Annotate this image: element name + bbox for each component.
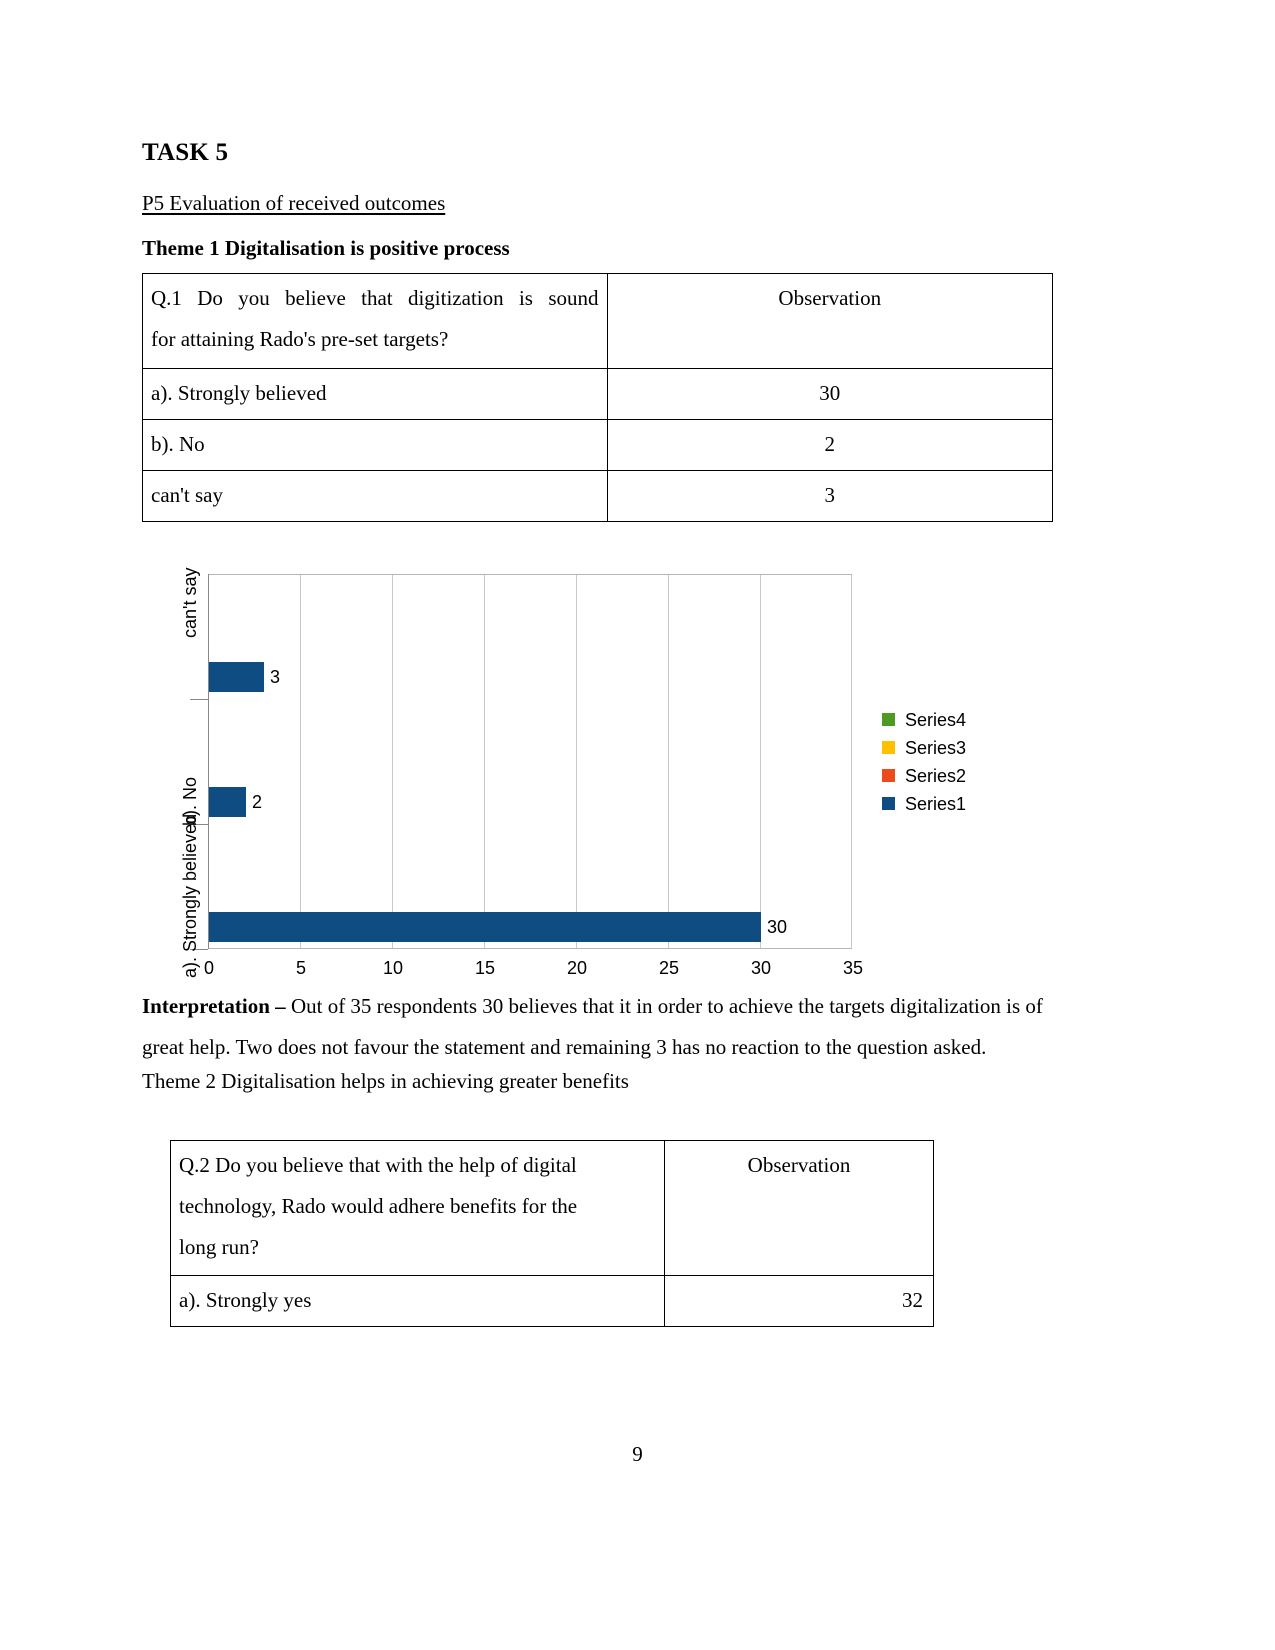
theme-2-heading: Theme 2 Digitalisation helps in achievin… (142, 1069, 629, 1094)
gridline (300, 574, 301, 948)
observation-header-2: Observation (664, 1139, 934, 1276)
question-2-line-2: technology, Rado would adhere benefits f… (179, 1193, 578, 1218)
question-1-cell: Q.1 Do you believe that digitization is … (142, 272, 608, 369)
gridline (576, 574, 577, 948)
legend-item-series2: Series2 (882, 762, 1057, 790)
category-label-a-strongly-believed: a). Strongly believed (180, 813, 200, 978)
chart-plot-area (208, 573, 852, 949)
option-label: b). No (142, 418, 608, 471)
gridline (392, 574, 393, 948)
legend-swatch-icon (882, 769, 895, 783)
legend-label: Series4 (905, 709, 967, 730)
option-value: 30 (606, 367, 1053, 420)
document-page: TASK 5 P5 Evaluation of received outcome… (0, 0, 1275, 1650)
option-label: can't say (142, 469, 608, 522)
gridline (668, 574, 669, 948)
legend-swatch-icon (882, 741, 895, 755)
question-1-table: Q.1 Do you believe that digitization is … (142, 272, 1053, 522)
question-1-line-1: Q.1 Do you believe that digitization is … (151, 285, 599, 310)
chart-y-axis (208, 573, 209, 949)
x-tick-label: 30 (750, 957, 772, 978)
option-label: a). Strongly yes (170, 1274, 665, 1327)
page-content: TASK 5 P5 Evaluation of received outcome… (142, 138, 1072, 1327)
x-tick-label: 15 (474, 957, 496, 978)
bar-a-strongly-believed (209, 911, 761, 942)
table-row: Q.1 Do you believe that digitization is … (142, 272, 1053, 369)
p5-subtitle-wrap: P5 Evaluation of received outcomes (142, 190, 1072, 235)
x-tick-label: 10 (382, 957, 404, 978)
legend-item-series4: Series4 (882, 706, 1057, 734)
legend-item-series3: Series3 (882, 734, 1057, 762)
bar-chart: 3 2 30 can't say b). No a). Strongly bel… (142, 566, 1072, 986)
bar-value-label: 30 (767, 916, 788, 937)
x-tick-label: 0 (203, 957, 214, 978)
bar-value-label: 2 (252, 791, 263, 812)
legend-swatch-icon (882, 797, 895, 811)
option-value: 3 (606, 469, 1053, 522)
interpretation-paragraph: Interpretation – Out of 35 respondents 3… (142, 986, 1072, 1068)
table-row: a). Strongly believed 30 (142, 367, 1053, 420)
observation-header-1: Observation (606, 272, 1053, 369)
interpretation-label: Interpretation – (142, 993, 291, 1018)
legend-label: Series2 (905, 765, 967, 786)
question-2-table-wrap: Q.2 Do you believe that with the help of… (142, 1139, 1072, 1327)
option-value: 2 (606, 418, 1053, 471)
chart-inner: 3 2 30 can't say b). No a). Strongly bel… (142, 566, 1072, 986)
x-tick-label: 35 (842, 957, 864, 978)
x-tick-label: 20 (566, 957, 588, 978)
category-label-cant-say: can't say (180, 567, 200, 638)
theme-1-heading: Theme 1 Digitalisation is positive proce… (142, 236, 510, 261)
question-2-table: Q.2 Do you believe that with the help of… (170, 1139, 934, 1327)
legend-swatch-icon (882, 713, 895, 727)
table-row: a). Strongly yes 32 (170, 1274, 934, 1327)
table-row: Q.2 Do you believe that with the help of… (170, 1139, 934, 1276)
bar-cant-say (209, 661, 264, 692)
legend-item-series1: Series1 (882, 790, 1057, 818)
gridline (760, 574, 761, 948)
legend-label: Series3 (905, 737, 967, 758)
option-value: 32 (664, 1274, 934, 1327)
question-2-cell: Q.2 Do you believe that with the help of… (170, 1139, 665, 1276)
category-tick (190, 698, 208, 700)
table-row: can't say 3 (142, 469, 1053, 522)
x-tick-label: 25 (658, 957, 680, 978)
x-tick-label: 5 (295, 957, 306, 978)
question-2-line-1: Q.2 Do you believe that with the help of… (179, 1152, 577, 1177)
option-label: a). Strongly believed (142, 367, 608, 420)
page-number: 9 (632, 1442, 643, 1466)
table-row: b). No 2 (142, 418, 1053, 471)
bar-b-no (209, 786, 246, 817)
question-1-line-2: for attaining Rado's pre-set targets? (151, 326, 449, 351)
question-2-line-3: long run? (179, 1234, 259, 1259)
legend-label: Series1 (905, 793, 967, 814)
p5-subtitle: P5 Evaluation of received outcomes (142, 191, 446, 215)
gridline (484, 574, 485, 948)
bar-value-label: 3 (270, 666, 281, 687)
page-title: TASK 5 (142, 139, 229, 166)
chart-legend: Series4 Series3 Series2 Series1 (882, 706, 1057, 818)
gridline (851, 574, 852, 948)
